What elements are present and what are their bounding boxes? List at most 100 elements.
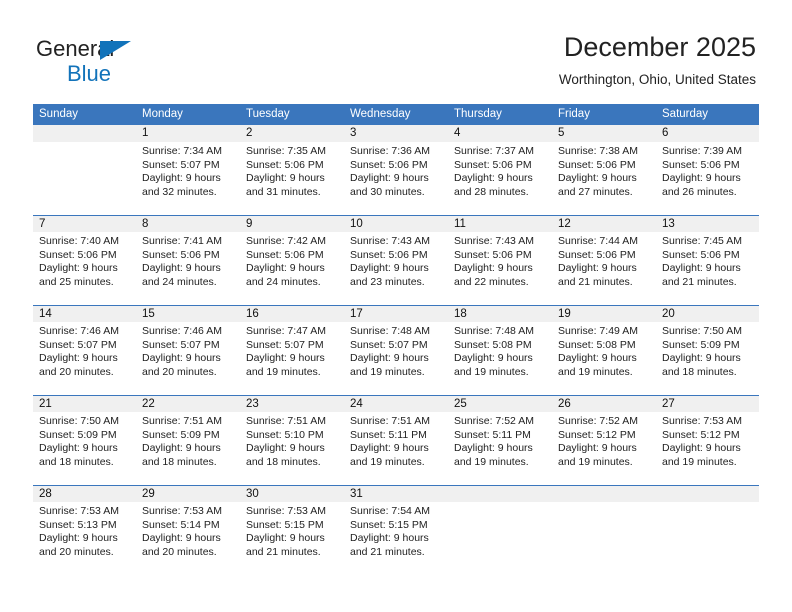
day-info-17[interactable]: Sunrise: 7:48 AM Sunset: 5:07 PM Daylight:… bbox=[344, 322, 448, 395]
day-info-1[interactable]: Sunrise: 7:34 AM Sunset: 5:07 PM Daylight:… bbox=[136, 142, 240, 215]
day-info-10[interactable]: Sunrise: 7:43 AM Sunset: 5:06 PM Daylight:… bbox=[344, 232, 448, 305]
day-info-7[interactable]: Sunrise: 7:40 AM Sunset: 5:06 PM Daylight:… bbox=[33, 232, 136, 305]
day-info-20[interactable]: Sunrise: 7:50 AM Sunset: 5:09 PM Daylight:… bbox=[656, 322, 759, 395]
day-info-3[interactable]: Sunrise: 7:36 AM Sunset: 5:06 PM Daylight:… bbox=[344, 142, 448, 215]
day-number: 15 bbox=[142, 307, 155, 320]
day-cell-6[interactable]: 6 bbox=[656, 125, 759, 142]
day-info-21[interactable]: Sunrise: 7:50 AM Sunset: 5:09 PM Daylight:… bbox=[33, 412, 136, 485]
day-cell-7[interactable]: 7 bbox=[33, 214, 136, 232]
daylight-text-line1: Daylight: 9 hours bbox=[39, 352, 118, 365]
general-blue-logo[interactable]: General Blue bbox=[36, 38, 236, 88]
day-info-18[interactable]: Sunrise: 7:48 AM Sunset: 5:08 PM Daylight:… bbox=[448, 322, 552, 395]
day-cell-12[interactable]: 12 bbox=[552, 214, 656, 232]
sunset-text: Sunset: 5:07 PM bbox=[142, 158, 220, 171]
sunset-text: Sunset: 5:13 PM bbox=[39, 518, 117, 531]
day-cell-5[interactable]: 5 bbox=[552, 125, 656, 142]
day-info-31[interactable]: Sunrise: 7:54 AM Sunset: 5:15 PM Daylight:… bbox=[344, 502, 448, 575]
day-cell-2[interactable]: 2 bbox=[240, 125, 344, 142]
day-cell-27[interactable]: 27 bbox=[656, 394, 759, 412]
day-cell-3[interactable]: 3 bbox=[344, 125, 448, 142]
day-info-8[interactable]: Sunrise: 7:41 AM Sunset: 5:06 PM Daylight:… bbox=[136, 232, 240, 305]
day-cell-19[interactable]: 19 bbox=[552, 304, 656, 322]
day-number: 24 bbox=[350, 397, 363, 410]
day-info-19[interactable]: Sunrise: 7:49 AM Sunset: 5:08 PM Daylight:… bbox=[552, 322, 656, 395]
day-cell-13[interactable]: 13 bbox=[656, 214, 759, 232]
day-cell-28[interactable]: 28 bbox=[33, 484, 136, 502]
day-cell-1[interactable]: 1 bbox=[136, 125, 240, 142]
day-details: Sunrise: 7:51 AM Sunset: 5:11 PM Daylight:… bbox=[344, 412, 448, 469]
daylight-text-line1: Daylight: 9 hours bbox=[558, 172, 637, 185]
day-cell-20[interactable]: 20 bbox=[656, 304, 759, 322]
day-cell-16[interactable]: 16 bbox=[240, 304, 344, 322]
week-3-info-row: Sunrise: 7:46 AM Sunset: 5:07 PM Daylight:… bbox=[33, 322, 759, 395]
sunset-text: Sunset: 5:10 PM bbox=[246, 428, 324, 441]
sunset-text: Sunset: 5:15 PM bbox=[246, 518, 324, 531]
day-number: 8 bbox=[142, 217, 149, 230]
sunrise-text: Sunrise: 7:48 AM bbox=[454, 325, 534, 337]
sunrise-text: Sunrise: 7:38 AM bbox=[558, 145, 638, 157]
daylight-text-line1: Daylight: 9 hours bbox=[454, 442, 533, 455]
day-info-14[interactable]: Sunrise: 7:46 AM Sunset: 5:07 PM Daylight:… bbox=[33, 322, 136, 395]
daylight-text-line2: and 18 minutes. bbox=[39, 455, 114, 468]
day-info-23[interactable]: Sunrise: 7:51 AM Sunset: 5:10 PM Daylight:… bbox=[240, 412, 344, 485]
day-cell-17[interactable]: 17 bbox=[344, 304, 448, 322]
daylight-text-line2: and 27 minutes. bbox=[558, 185, 633, 198]
day-info-4[interactable]: Sunrise: 7:37 AM Sunset: 5:06 PM Daylight:… bbox=[448, 142, 552, 215]
day-cell-30[interactable]: 30 bbox=[240, 484, 344, 502]
day-info-13[interactable]: Sunrise: 7:45 AM Sunset: 5:06 PM Daylight:… bbox=[656, 232, 759, 305]
daylight-text-line2: and 19 minutes. bbox=[662, 455, 737, 468]
day-info-30[interactable]: Sunrise: 7:53 AM Sunset: 5:15 PM Daylight:… bbox=[240, 502, 344, 575]
day-info-28[interactable]: Sunrise: 7:53 AM Sunset: 5:13 PM Daylight:… bbox=[33, 502, 136, 575]
day-number: 31 bbox=[350, 487, 363, 500]
day-info-29[interactable]: Sunrise: 7:53 AM Sunset: 5:14 PM Daylight:… bbox=[136, 502, 240, 575]
day-number: 27 bbox=[662, 397, 675, 410]
week-4-daynum-row: 21 22 23 24 25 26 27 bbox=[33, 394, 759, 412]
day-info-15[interactable]: Sunrise: 7:46 AM Sunset: 5:07 PM Daylight:… bbox=[136, 322, 240, 395]
day-info-11[interactable]: Sunrise: 7:43 AM Sunset: 5:06 PM Daylight:… bbox=[448, 232, 552, 305]
day-cell-8[interactable]: 8 bbox=[136, 214, 240, 232]
day-info-12[interactable]: Sunrise: 7:44 AM Sunset: 5:06 PM Daylight:… bbox=[552, 232, 656, 305]
day-info-16[interactable]: Sunrise: 7:47 AM Sunset: 5:07 PM Daylight:… bbox=[240, 322, 344, 395]
day-cell-31[interactable]: 31 bbox=[344, 484, 448, 502]
sunrise-text: Sunrise: 7:53 AM bbox=[39, 505, 119, 517]
day-details: Sunrise: 7:53 AM Sunset: 5:14 PM Daylight:… bbox=[136, 502, 240, 559]
daylight-text-line1: Daylight: 9 hours bbox=[142, 172, 221, 185]
day-info-27[interactable]: Sunrise: 7:53 AM Sunset: 5:12 PM Daylight:… bbox=[656, 412, 759, 485]
day-cell-empty bbox=[448, 484, 552, 502]
day-cell-18[interactable]: 18 bbox=[448, 304, 552, 322]
day-cell-29[interactable]: 29 bbox=[136, 484, 240, 502]
day-info-5[interactable]: Sunrise: 7:38 AM Sunset: 5:06 PM Daylight:… bbox=[552, 142, 656, 215]
day-info-26[interactable]: Sunrise: 7:52 AM Sunset: 5:12 PM Daylight:… bbox=[552, 412, 656, 485]
day-info-9[interactable]: Sunrise: 7:42 AM Sunset: 5:06 PM Daylight:… bbox=[240, 232, 344, 305]
day-cell-23[interactable]: 23 bbox=[240, 394, 344, 412]
day-cell-10[interactable]: 10 bbox=[344, 214, 448, 232]
daylight-text-line2: and 19 minutes. bbox=[350, 455, 425, 468]
sunset-text: Sunset: 5:14 PM bbox=[142, 518, 220, 531]
week-1-info-row: Sunrise: 7:34 AM Sunset: 5:07 PM Daylight:… bbox=[33, 142, 759, 215]
day-info-24[interactable]: Sunrise: 7:51 AM Sunset: 5:11 PM Daylight:… bbox=[344, 412, 448, 485]
sunrise-text: Sunrise: 7:35 AM bbox=[246, 145, 326, 157]
day-info-25[interactable]: Sunrise: 7:52 AM Sunset: 5:11 PM Daylight:… bbox=[448, 412, 552, 485]
day-info-2[interactable]: Sunrise: 7:35 AM Sunset: 5:06 PM Daylight:… bbox=[240, 142, 344, 215]
daylight-text-line1: Daylight: 9 hours bbox=[142, 262, 221, 275]
day-cell-24[interactable]: 24 bbox=[344, 394, 448, 412]
day-cell-14[interactable]: 14 bbox=[33, 304, 136, 322]
daylight-text-line2: and 19 minutes. bbox=[246, 365, 321, 378]
day-info-6[interactable]: Sunrise: 7:39 AM Sunset: 5:06 PM Daylight:… bbox=[656, 142, 759, 215]
sunrise-text: Sunrise: 7:45 AM bbox=[662, 235, 742, 247]
title-block: December 2025 Worthington, Ohio, United … bbox=[559, 30, 756, 90]
day-details: Sunrise: 7:53 AM Sunset: 5:15 PM Daylight:… bbox=[240, 502, 344, 559]
day-cell-21[interactable]: 21 bbox=[33, 394, 136, 412]
day-cell-4[interactable]: 4 bbox=[448, 125, 552, 142]
day-cell-25[interactable]: 25 bbox=[448, 394, 552, 412]
day-details: Sunrise: 7:38 AM Sunset: 5:06 PM Daylight:… bbox=[552, 142, 656, 199]
day-cell-15[interactable]: 15 bbox=[136, 304, 240, 322]
day-info-22[interactable]: Sunrise: 7:51 AM Sunset: 5:09 PM Daylight:… bbox=[136, 412, 240, 485]
daylight-text-line2: and 19 minutes. bbox=[454, 365, 529, 378]
day-details: Sunrise: 7:35 AM Sunset: 5:06 PM Daylight:… bbox=[240, 142, 344, 199]
day-cell-22[interactable]: 22 bbox=[136, 394, 240, 412]
day-cell-26[interactable]: 26 bbox=[552, 394, 656, 412]
day-cell-9[interactable]: 9 bbox=[240, 214, 344, 232]
day-cell-11[interactable]: 11 bbox=[448, 214, 552, 232]
week-2-daynum-row: 7 8 9 10 11 12 13 bbox=[33, 214, 759, 232]
